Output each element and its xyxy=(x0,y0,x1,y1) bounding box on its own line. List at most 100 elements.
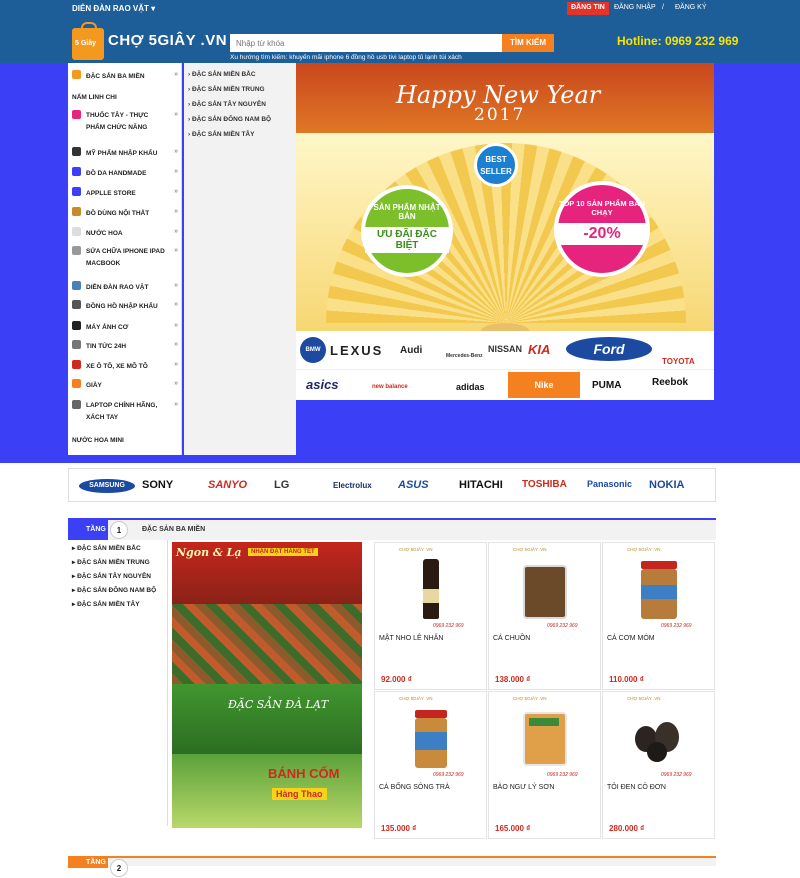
search-button[interactable]: TÌM KIẾM xyxy=(502,34,554,52)
chevron-right-icon: » xyxy=(174,322,178,329)
electrolux-logo[interactable]: Electrolux xyxy=(333,481,372,490)
suggest-item[interactable]: usb xyxy=(376,54,386,61)
product-name[interactable]: TỎI ĐEN CÔ ĐƠN xyxy=(607,784,666,791)
sidebar-item-label: MÁY ẢNH CƠ xyxy=(86,324,129,331)
laptop-icon xyxy=(72,400,81,409)
forum-dropdown[interactable]: DIỄN ĐÀN RAO VẶT ▾ xyxy=(72,4,155,13)
product-name[interactable]: CÁ CHUỒN xyxy=(493,635,530,642)
chevron-right-icon: » xyxy=(174,401,178,408)
floor-label: TẦNG xyxy=(68,520,108,540)
site-header: 5 Giây CHỢ 5GIÂY .VN TÌM KIẾM Xu hướng t… xyxy=(0,18,800,63)
sidebar-item-label: SỬA CHỮA IPHONE IPAD MACBOOK xyxy=(86,248,165,267)
hotline: Hotline: 0969 232 969 xyxy=(617,34,738,48)
lg-logo[interactable]: LG xyxy=(274,479,289,491)
product-price: 165.000 ₫ xyxy=(495,824,531,833)
forum-icon xyxy=(72,281,81,290)
promo-badge: NHẬN ĐẶT HÀNG TẾT xyxy=(248,548,318,556)
promo-circle-offer: ƯU ĐÃI ĐẶC BIỆT xyxy=(365,227,449,253)
lexus-logo: LEXUS xyxy=(330,343,384,358)
floor-category-label: ĐẶC SẢN ĐÔNG NAM BỘ xyxy=(77,587,157,594)
floor-1-product-grid: CHỢ 5GIÂY .VN 0969 232 969 MẬT NHO LÊ NH… xyxy=(374,542,716,839)
product-card[interactable]: CHỢ 5GIÂY .VN 0969 232 969 CÁ BỐNG SÔNG … xyxy=(374,691,487,839)
floor-title[interactable]: ĐẶC SẢN BA MIỀN xyxy=(142,526,205,533)
sony-logo[interactable]: SONY xyxy=(142,479,173,491)
ford-logo: Ford xyxy=(566,337,652,361)
product-phone: 0969 232 969 xyxy=(433,772,464,778)
promo-panel-food xyxy=(172,604,362,684)
product-name[interactable]: CÁ BỐNG SÔNG TRÀ xyxy=(379,784,450,791)
submenu-item[interactable]: › ĐẶC SẢN MIỀN TÂY xyxy=(188,131,254,138)
product-card[interactable]: CHỢ 5GIÂY .VN 0969 232 969 TỎI ĐEN CÔ ĐƠ… xyxy=(602,691,715,839)
product-card[interactable]: CHỢ 5GIÂY .VN 0969 232 969 BÀO NGƯ LÝ SƠ… xyxy=(488,691,601,839)
chevron-right-icon: » xyxy=(174,341,178,348)
post-ad-button[interactable]: ĐĂNG TIN xyxy=(567,2,609,15)
suggest-item[interactable]: iphone 6 xyxy=(324,54,349,61)
panasonic-logo[interactable]: Panasonic xyxy=(587,479,632,489)
product-card[interactable]: CHỢ 5GIÂY .VN 0969 232 969 CÁ CƠM MÓM 11… xyxy=(602,542,715,690)
register-link[interactable]: ĐĂNG KÝ xyxy=(675,4,707,11)
suggest-item[interactable]: tivi xyxy=(389,54,397,61)
product-card[interactable]: CHỢ 5GIÂY .VN 0969 232 969 CÁ CHUỒN 138.… xyxy=(488,542,601,690)
chevron-right-icon: » xyxy=(174,148,178,155)
promo-subtitle: ĐẶC SẢN ĐÀ LẠT xyxy=(228,698,329,711)
product-name[interactable]: CÁ CƠM MÓM xyxy=(607,635,655,642)
suggest-item[interactable]: đồng hồ xyxy=(351,54,375,61)
site-logo[interactable]: CHỢ 5GIÂY .VN xyxy=(108,32,227,49)
floor-category-item[interactable]: ▸ ĐẶC SẢN TÂY NGUYÊN xyxy=(72,572,151,580)
product-card[interactable]: CHỢ 5GIÂY .VN 0969 232 969 MẬT NHO LÊ NH… xyxy=(374,542,487,690)
search-input[interactable] xyxy=(230,34,502,52)
product-phone: 0969 232 969 xyxy=(661,772,692,778)
basket-icon xyxy=(72,70,81,79)
submenu-item-label: ĐẶC SẢN TÂY NGUYÊN xyxy=(191,101,266,108)
floor-category-item[interactable]: ▸ ĐẶC SẢN MIỀN BẮC xyxy=(72,544,141,552)
suggest-item[interactable]: túi xách xyxy=(439,54,461,61)
sanyo-logo[interactable]: SANYO xyxy=(208,479,247,491)
hotline-number[interactable]: 0969 232 969 xyxy=(665,34,738,48)
submenu-item-label: ĐẶC SẢN MIỀN BẮC xyxy=(191,71,256,78)
toshiba-logo[interactable]: TOSHIBA xyxy=(522,479,567,490)
category-submenu: › ĐẶC SẢN MIỀN BẮC › ĐẶC SẢN MIỀN TRUNG … xyxy=(184,63,296,455)
chevron-right-icon: » xyxy=(174,71,178,78)
sidebar-item-label: MỸ PHẨM NHẬP KHẨU xyxy=(86,150,158,157)
floor-category-item[interactable]: ▸ ĐẶC SẢN MIỀN TÂY xyxy=(72,600,140,608)
floor-number: 2 xyxy=(110,859,128,877)
suggest-item[interactable]: khuyến mãi xyxy=(289,54,322,61)
submenu-item[interactable]: › ĐẶC SẢN MIỀN TRUNG xyxy=(188,86,265,93)
submenu-item[interactable]: › ĐẶC SẢN TÂY NGUYÊN xyxy=(188,101,266,108)
bag-icon xyxy=(72,167,81,176)
submenu-item-label: ĐẶC SẢN ĐÔNG NAM BỘ xyxy=(191,116,272,123)
floor-category-item[interactable]: ▸ ĐẶC SẢN MIỀN TRUNG xyxy=(72,558,150,566)
submenu-item[interactable]: › ĐẶC SẢN MIỀN BẮC xyxy=(188,71,256,78)
submenu-item[interactable]: › ĐẶC SẢN ĐÔNG NAM BỘ xyxy=(188,116,271,123)
suggest-item[interactable]: laptop xyxy=(398,54,416,61)
floor-1-header: TẦNG 1 ĐẶC SẢN BA MIỀN xyxy=(68,518,716,540)
product-name[interactable]: BÀO NGƯ LÝ SƠN xyxy=(493,784,554,791)
chevron-right-icon: » xyxy=(174,228,178,235)
login-link[interactable]: ĐĂNG NHẬP xyxy=(614,4,656,11)
bmw-logo: BMW xyxy=(300,337,326,363)
floor-category-label: ĐẶC SẢN MIỀN TRUNG xyxy=(77,559,150,566)
chevron-right-icon: » xyxy=(174,111,178,118)
floor-category-label: ĐẶC SẢN MIỀN BẮC xyxy=(77,545,141,552)
chevron-right-icon: » xyxy=(174,380,178,387)
asus-logo[interactable]: ASUS xyxy=(398,479,429,491)
floor-category-label: ĐẶC SẢN TÂY NGUYÊN xyxy=(77,573,151,580)
suggest-item[interactable]: tủ lạnh xyxy=(418,54,438,61)
sidebar-item-label: TIN TỨC 24H xyxy=(86,343,127,350)
floor-1-promo-image[interactable]: Ngon & Lạ NHẬN ĐẶT HÀNG TẾT ĐẶC SẢN ĐÀ L… xyxy=(172,542,362,828)
bottle-icon xyxy=(405,559,457,619)
nokia-logo[interactable]: NOKIA xyxy=(649,479,684,491)
car-icon xyxy=(72,360,81,369)
promo-circle-title: SẢN PHẨM NHẬT BẢN xyxy=(373,203,441,221)
floor-category-item[interactable]: ▸ ĐẶC SẢN ĐÔNG NAM BỘ xyxy=(72,586,156,594)
toyota-logo: TOYOTA xyxy=(662,357,695,366)
sidebar-item-label: ĐỒNG HỒ NHẬP KHẨU xyxy=(86,303,158,310)
asics-logo: asics xyxy=(306,377,339,392)
chevron-right-icon: » xyxy=(174,188,178,195)
shopping-bag-logo-icon[interactable]: 5 Giây xyxy=(72,22,104,60)
hero-banner[interactable]: Happy New Year 2017 SẢN PHẨM NHẬT BẢN ƯU … xyxy=(296,63,714,400)
product-name[interactable]: MẬT NHO LÊ NHÂN xyxy=(379,635,443,642)
samsung-logo[interactable]: SAMSUNG xyxy=(79,479,135,493)
hitachi-logo[interactable]: HITACHI xyxy=(459,479,503,491)
sidebar-item-label: DIỄN ĐÀN RAO VẶT xyxy=(86,284,149,291)
